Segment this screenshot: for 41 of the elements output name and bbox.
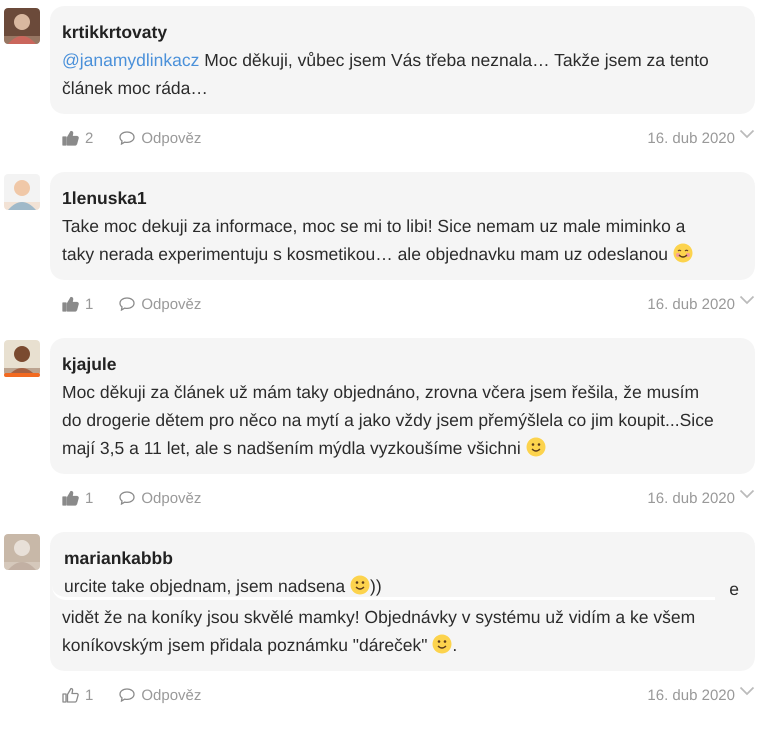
comment-text: Moc děkuji za článek už mám taky objednáno, zrovna včera jsem řešila, že musím do drogerie dětem pro něco na mytí a jako vždy jsem přemýšlela co jim koupit...Sice mají 3,5 a 11 let, ale s nadšením mýdla vyzkoušíme všichni (62, 381, 715, 460)
emoji-icon (526, 437, 546, 457)
reply-link[interactable]: Odpověz (119, 296, 202, 312)
comment-text: @janamydlinkacz Moc děkuji, vůbec jsem Vás třeba neznala… Takže jsem za tento článek moc ráda… (62, 49, 710, 100)
mention-link[interactable]: @janamydlinkacz (62, 50, 200, 70)
comment-date: 16. dub 2020 (647, 130, 735, 146)
comment-date: 16. dub 2020 (647, 686, 735, 704)
comment-text: vidět že na koníky jsou skvělé mamky! Objednávky v systému už vidím a ke všem (62, 606, 696, 629)
author-name: kjajule (62, 353, 118, 376)
like-count: 1 (85, 296, 94, 312)
chevron-down-icon[interactable] (739, 129, 755, 139)
speech-bubble-icon (119, 131, 136, 145)
speech-bubble-icon (119, 688, 136, 702)
like-count: 1 (85, 686, 94, 704)
thumbs-up-icon[interactable] (62, 687, 79, 703)
author-name: 1lenuska1 (62, 187, 148, 210)
comment-text: e (729, 579, 739, 599)
reply-link[interactable]: Odpověz (119, 686, 202, 704)
avatar-underline (4, 373, 40, 377)
chevron-down-icon[interactable] (739, 686, 755, 696)
comment-date: 16. dub 2020 (647, 296, 735, 312)
thumbs-up-icon[interactable] (62, 296, 79, 312)
emoji-icon (672, 243, 693, 263)
emoji-icon (432, 634, 452, 654)
like-count: 1 (85, 490, 94, 506)
chevron-down-icon[interactable] (739, 295, 755, 305)
like-count: 2 (85, 130, 94, 146)
thumbs-up-icon[interactable] (62, 130, 79, 146)
reply-link[interactable]: Odpověz (119, 490, 202, 506)
author-name: krtikkrtovaty (62, 21, 168, 44)
comment-text: urcite take objednam, jsem nadsena )) (64, 574, 383, 598)
speech-bubble-icon (119, 297, 136, 311)
comment-date: 16. dub 2020 (647, 490, 735, 506)
thumbs-up-icon[interactable] (62, 490, 79, 506)
speech-bubble-icon (119, 491, 136, 505)
comment-text: Take moc dekuji za informace, moc se mi to libi! Sice nemam uz male miminko a taky nerada experimentuju s kosmetikou… ale objednavku mam uz odeslanou (62, 212, 721, 268)
chevron-down-icon[interactable] (739, 489, 755, 499)
comment-text: koníkovským jsem přidala poznámku "dáreček" . (62, 633, 458, 657)
reply-link[interactable]: Odpověz (119, 130, 202, 146)
author-name: mariankabbb (64, 547, 174, 570)
emoji-icon (350, 575, 370, 595)
